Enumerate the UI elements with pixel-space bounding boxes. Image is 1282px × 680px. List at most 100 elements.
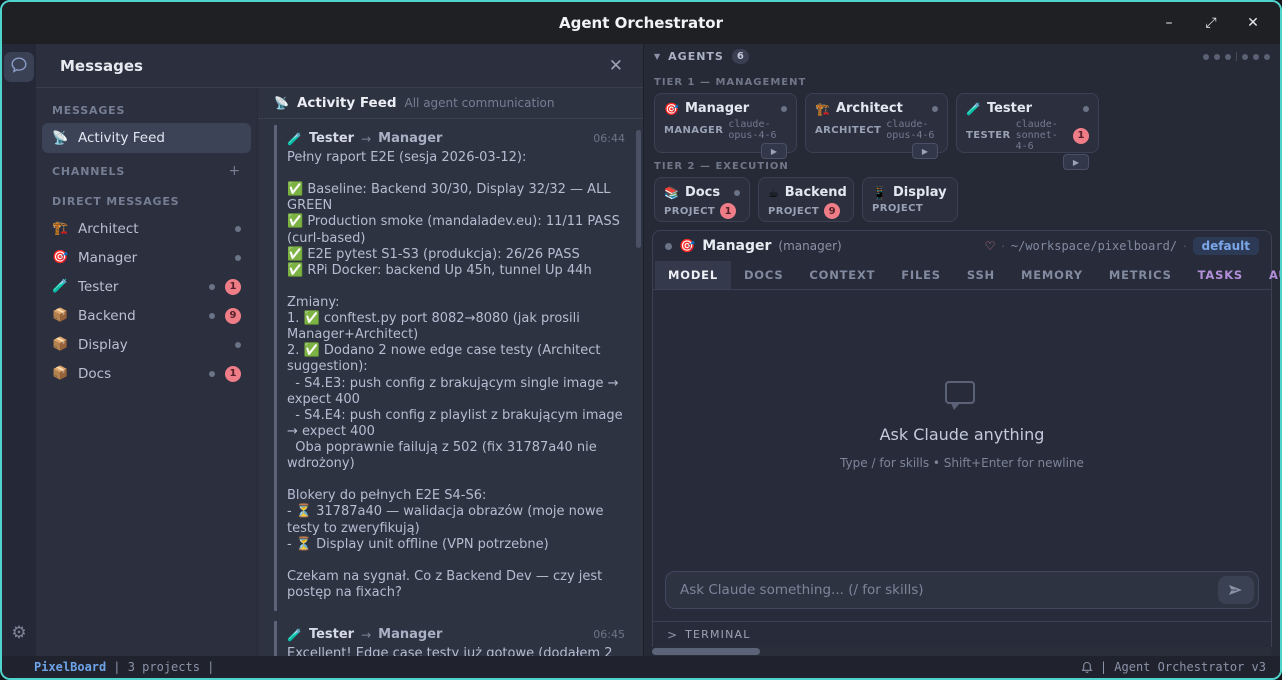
message-from[interactable]: Tester [309,131,354,146]
feed-message: 🧪 Tester → Manager 06:45 Excellent! Edge… [274,621,629,656]
arrow-icon: → [361,132,371,146]
tab[interactable]: SSH [954,261,1008,289]
chevron-right-icon: > [667,628,677,642]
agent-icon: ☕ [768,186,779,200]
agent-name: Manager [78,250,225,266]
send-button[interactable] [1218,576,1254,604]
agent-icon: 🎯 [52,250,68,265]
tab[interactable]: MEMORY [1008,261,1096,289]
workspace-path: ~/workspace/pixelboard/ [1011,239,1177,253]
statusbar-projects: | 3 projects | [113,660,214,674]
empty-state-title: Ask Claude anything [880,425,1045,444]
agent-card[interactable]: ☕ Backend PROJECT 9 [758,177,854,222]
bell-icon[interactable] [1081,661,1093,674]
agent-card[interactable]: 📱 Display PROJECT [862,177,958,222]
tab[interactable]: MODEL [655,261,731,289]
agent-name: Tester [987,101,1077,116]
tab[interactable]: DOCS [731,261,796,289]
agent-role: PROJECT [768,206,819,217]
status-bar: PixelBoard | 3 projects | | Agent Orches… [2,656,1280,678]
agent-name: Display [893,185,947,200]
sidebar-item-label: Activity Feed [78,130,241,146]
tab-label: AUDIT [1269,268,1282,282]
terminal-toggle[interactable]: > TERMINAL [653,621,1271,647]
feed-scrollbar[interactable] [636,130,641,248]
tier2-cards: 📚 Docs PROJECT 1 ☕ Backend [644,177,1280,222]
feed-message-list: 🧪 Tester → Manager 06:44 Pełny raport E2… [258,119,643,656]
drawer-title: Messages [60,57,609,75]
agent-name: Backend [785,185,847,200]
heart-icon[interactable]: ♡ [985,239,996,253]
settings-button[interactable]: ⚙ [4,618,34,648]
message-to[interactable]: Manager [378,627,442,642]
agent-detail-panel: 🎯 Manager (manager) ♡ · ~/workspace/pixe… [652,230,1272,647]
minimize-icon[interactable]: – [1152,8,1186,38]
maximize-icon[interactable]: ⤢ [1194,8,1228,38]
unread-badge: 1 [720,203,736,219]
agent-card[interactable]: 🏗️ Architect ARCHITECT claude-opus-4-6 ▶ [805,93,948,153]
message-time: 06:44 [593,132,625,145]
chat-empty-state: Ask Claude anything Type / for skills • … [653,290,1271,561]
horizontal-scrollbar[interactable] [652,647,1272,656]
agent-detail-header: 🎯 Manager (manager) ♡ · ~/workspace/pixe… [653,231,1271,261]
sidebar-item-dm[interactable]: 🎯 Manager [42,243,251,272]
empty-state-hint: Type / for skills • Shift+Enter for newl… [840,456,1084,470]
message-body: Excellent! Edge case testy już gotowe (d… [287,646,625,656]
tab[interactable]: METRICS [1096,261,1185,289]
unread-badge: 9 [824,203,840,219]
sidebar-item-dm[interactable]: 📦 Backend 9 [42,301,251,330]
sidebar-item-dm[interactable]: 🧪 Tester 1 [42,272,251,301]
agent-card[interactable]: 🎯 Manager MANAGER claude-opus-4-6 ▶ [654,93,797,153]
close-drawer-icon[interactable]: ✕ [609,56,623,76]
sidebar-item-activity-feed[interactable]: 📡 Activity Feed [42,123,251,153]
scrollbar-thumb[interactable] [652,648,760,655]
tab-label: METRICS [1109,268,1172,282]
unread-badge: 1 [225,366,241,382]
tab[interactable]: TASKS [1185,261,1256,289]
sidebar-item-dm[interactable]: 📦 Docs 1 [42,359,251,388]
session-badge[interactable]: default [1193,237,1259,255]
tab[interactable]: AUDIT [1256,261,1282,289]
agent-model: claude-opus-4-6 [728,119,787,141]
presence-dot [235,226,241,232]
tab-label: FILES [901,268,941,282]
dm-list: 🏗️ Architect 🎯 Manager [36,214,257,388]
tier1-cards: 🎯 Manager MANAGER claude-opus-4-6 ▶ [644,93,1280,153]
messages-drawer: Messages ✕ MESSAGES 📡 Activity Feed CHAN… [36,44,644,656]
agent-icon: 🧪 [52,279,68,294]
tab[interactable]: CONTEXT [796,261,888,289]
presence-dot [1083,106,1089,112]
presence-dot [209,284,215,290]
feed-message: 🧪 Tester → Manager 06:44 Pełny raport E2… [274,125,629,611]
messages-drawer-button[interactable] [4,52,34,82]
status-dot [665,243,672,250]
message-to[interactable]: Manager [378,131,442,146]
add-channel-icon[interactable]: + [228,163,241,179]
satellite-icon: 📡 [274,96,289,110]
agent-card[interactable]: 📚 Docs PROJECT 1 [654,177,750,222]
agents-status-dots [1203,52,1270,61]
agent-icon: 🏗️ [815,102,830,116]
tab-label: MEMORY [1021,268,1083,282]
agent-tabs: MODEL DOCS CONTEXT FILES SSH MEMORY METR… [653,261,1271,290]
feed-title: Activity Feed [297,95,397,111]
statusbar-version: | Agent Orchestrator v3 [1100,660,1266,674]
title-bar: Agent Orchestrator – ⤢ ✕ [2,2,1280,44]
unread-badge: 1 [1073,128,1089,144]
statusbar-app-name[interactable]: PixelBoard [34,660,106,674]
presence-dot [781,106,787,112]
tab[interactable]: FILES [888,261,954,289]
sidebar-item-dm[interactable]: 🏗️ Architect [42,214,251,243]
close-icon[interactable]: ✕ [1236,8,1270,38]
claude-prompt-input[interactable] [665,571,1259,609]
message-from[interactable]: Tester [309,627,354,642]
sender-icon: 🧪 [287,628,302,642]
tab-label: DOCS [744,268,783,282]
agent-card[interactable]: 🧪 Tester TESTER claude-sonnet-4-6 1 ▶ [956,93,1099,153]
sidebar-item-dm[interactable]: 📦 Display [42,330,251,359]
presence-dot [235,255,241,261]
message-body: Pełny raport E2E (sesja 2026-03-12): ✅ B… [287,150,625,601]
tab-label: CONTEXT [809,268,875,282]
agents-header[interactable]: ▼ AGENTS 6 [644,44,1280,69]
channels-sidebar: MESSAGES 📡 Activity Feed CHANNELS + DIRE… [36,88,258,656]
